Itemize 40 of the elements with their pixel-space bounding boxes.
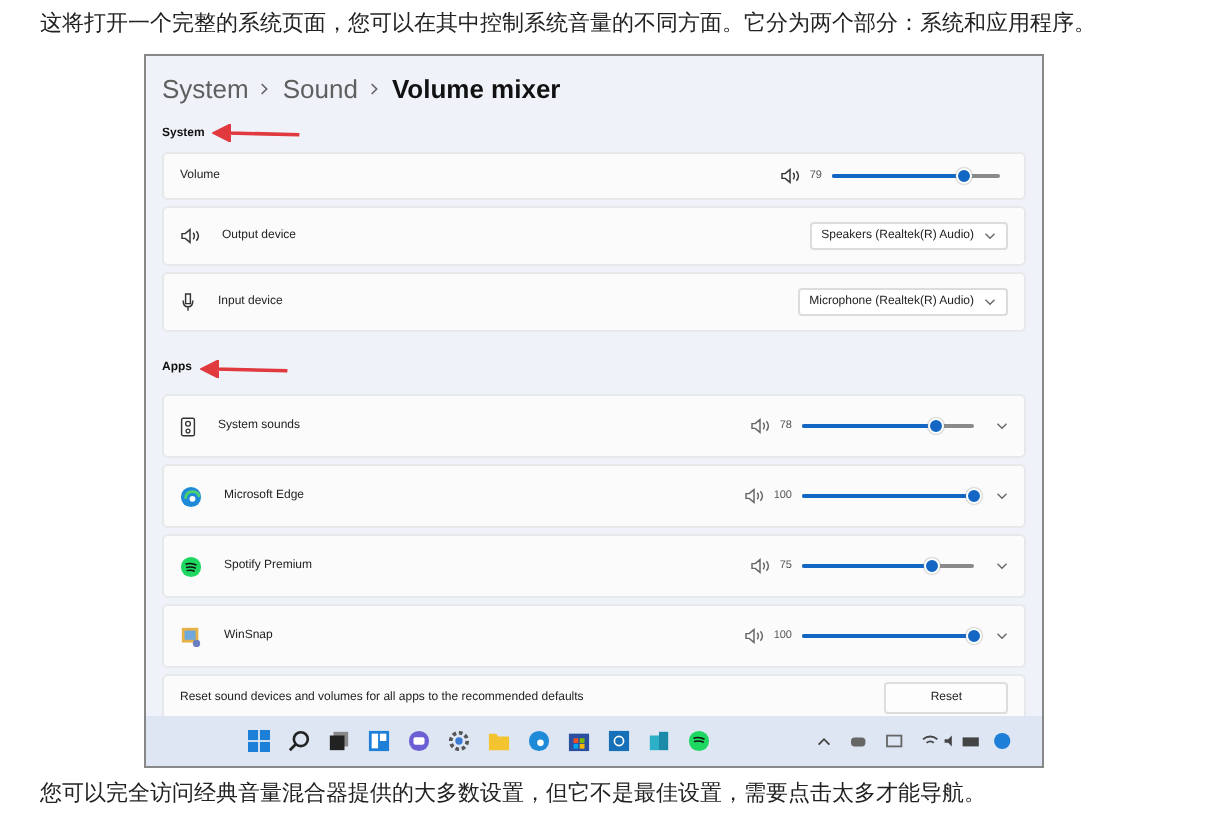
sound-waves-logo-icon	[180, 555, 202, 577]
speaker-icon	[180, 228, 200, 244]
windows-logo-icon[interactable]	[248, 730, 270, 752]
chevron-down-icon[interactable]	[996, 492, 1008, 500]
chevron-down-icon	[984, 298, 996, 306]
gear-icon[interactable]	[448, 730, 470, 752]
chevron-down-icon[interactable]	[996, 632, 1008, 640]
chevron-right-icon	[369, 81, 380, 95]
stacked-squares-icon[interactable]	[328, 730, 350, 752]
slider-thumb[interactable]	[923, 558, 939, 574]
search-icon[interactable]	[288, 730, 310, 752]
circle-tile-icon[interactable]	[608, 730, 630, 752]
breadcrumb-link[interactable]: System	[162, 73, 249, 103]
cubes-icon[interactable]	[648, 730, 670, 752]
picture-frame-icon	[180, 625, 202, 647]
chevron-down-icon[interactable]	[996, 562, 1008, 570]
slider-thumb[interactable]	[956, 168, 973, 184]
chevron-right-icon	[260, 81, 271, 95]
outro-paragraph: 您可以完全访问经典音量混合器提供的大多数设置，但它不是最佳设置，需要点击太多才能导航。	[38, 778, 988, 808]
speaker-icon	[743, 488, 764, 504]
breadcrumb-link[interactable]: Sound	[282, 73, 358, 103]
sound-waves-logo-icon[interactable]	[688, 730, 710, 752]
speaker-icon	[749, 418, 770, 434]
speaker-icon	[779, 168, 800, 184]
speaker-box-icon	[180, 415, 196, 437]
panels-icon[interactable]	[368, 730, 390, 752]
arrow-icon	[212, 124, 305, 142]
intro-paragraph: 这将打开一个完整的系统页面，您可以在其中控制系统音量的不同方面。它分为两个部分：系统和应用程序。	[38, 8, 1098, 40]
speaker-icon	[743, 628, 764, 644]
chevron-down-icon[interactable]	[996, 422, 1008, 430]
microphone-icon	[180, 292, 196, 312]
slider-thumb[interactable]	[966, 488, 982, 504]
page-title: Volume mixer	[391, 73, 561, 103]
arrow-icon	[200, 359, 292, 377]
slider-thumb[interactable]	[928, 418, 945, 434]
speaker-icon	[749, 558, 770, 574]
store-bag-icon[interactable]	[568, 730, 590, 752]
chevron-down-icon	[984, 232, 996, 240]
slider-thumb[interactable]	[966, 628, 982, 644]
chat-bubble-icon[interactable]	[408, 730, 430, 752]
